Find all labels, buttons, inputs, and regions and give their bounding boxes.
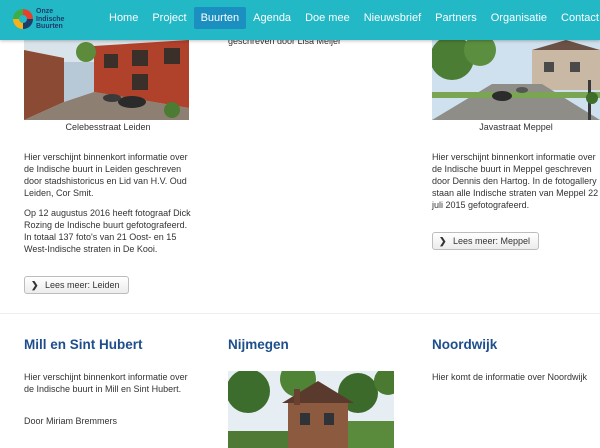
leiden-photo-text: Op 12 augustus 2016 heeft fotograaf Dick… [24, 208, 191, 254]
lees-meer-meppel-label: Lees meer: Meppel [453, 236, 531, 246]
site-logo[interactable]: Onze Indische Buurten [12, 6, 72, 34]
nav-contact[interactable]: Contact [554, 7, 600, 29]
main-menu: Home Project Buurten Agenda Doe mee Nieu… [102, 7, 600, 29]
nav-nieuwsbrief[interactable]: Nieuwsbrief [357, 7, 428, 29]
nav-project[interactable]: Project [145, 7, 193, 29]
nav-doe-mee[interactable]: Doe mee [298, 7, 357, 29]
nav-buurten[interactable]: Buurten [193, 7, 247, 29]
leiden-photo[interactable] [24, 40, 189, 120]
meppel-intro-text: Hier verschijnt binnenkort informatie ov… [432, 152, 599, 210]
leiden-intro-text: Hier verschijnt binnenkort informatie ov… [24, 152, 188, 198]
mill-author-text: Door Miriam Bremmers [24, 416, 118, 426]
lees-meer-leiden-label: Lees meer: Leiden [45, 280, 120, 290]
nav-organisatie[interactable]: Organisatie [484, 7, 554, 29]
logo-line-2: Indische [36, 15, 65, 23]
nijmegen-heading[interactable]: Nijmegen [228, 337, 289, 352]
top-navbar: Onze Indische Buurten Home Project Buurt… [0, 0, 600, 40]
lees-meer-meppel-button[interactable]: ❯ Lees meer: Meppel [432, 232, 540, 250]
section-divider [0, 313, 600, 314]
noordwijk-intro-text: Hier komt de informatie over Noordwijk [432, 372, 588, 382]
noordwijk-heading[interactable]: Noordwijk [432, 337, 497, 352]
logo-line-1: Onze [36, 8, 54, 15]
logo-text: Onze Indische Buurten [36, 8, 76, 31]
logo-line-3: Buurten [36, 23, 63, 30]
meppel-photo[interactable] [432, 40, 600, 120]
nav-home[interactable]: Home [102, 7, 145, 29]
chevron-right-icon: ❯ [31, 280, 39, 290]
mill-heading[interactable]: Mill en Sint Hubert [24, 337, 143, 352]
nav-agenda[interactable]: Agenda [246, 7, 298, 29]
nijmegen-photo[interactable] [228, 371, 394, 448]
leiden-caption: Celebesstraat Leiden [65, 122, 151, 132]
mill-intro-text: Hier verschijnt binnenkort informatie ov… [24, 372, 188, 394]
lees-meer-leiden-button[interactable]: ❯ Lees meer: Leiden [24, 276, 129, 294]
nav-partners[interactable]: Partners [428, 7, 484, 29]
meppel-caption: Javastraat Meppel [479, 122, 553, 132]
logo-circle-icon [13, 9, 33, 29]
chevron-right-icon: ❯ [439, 236, 447, 246]
